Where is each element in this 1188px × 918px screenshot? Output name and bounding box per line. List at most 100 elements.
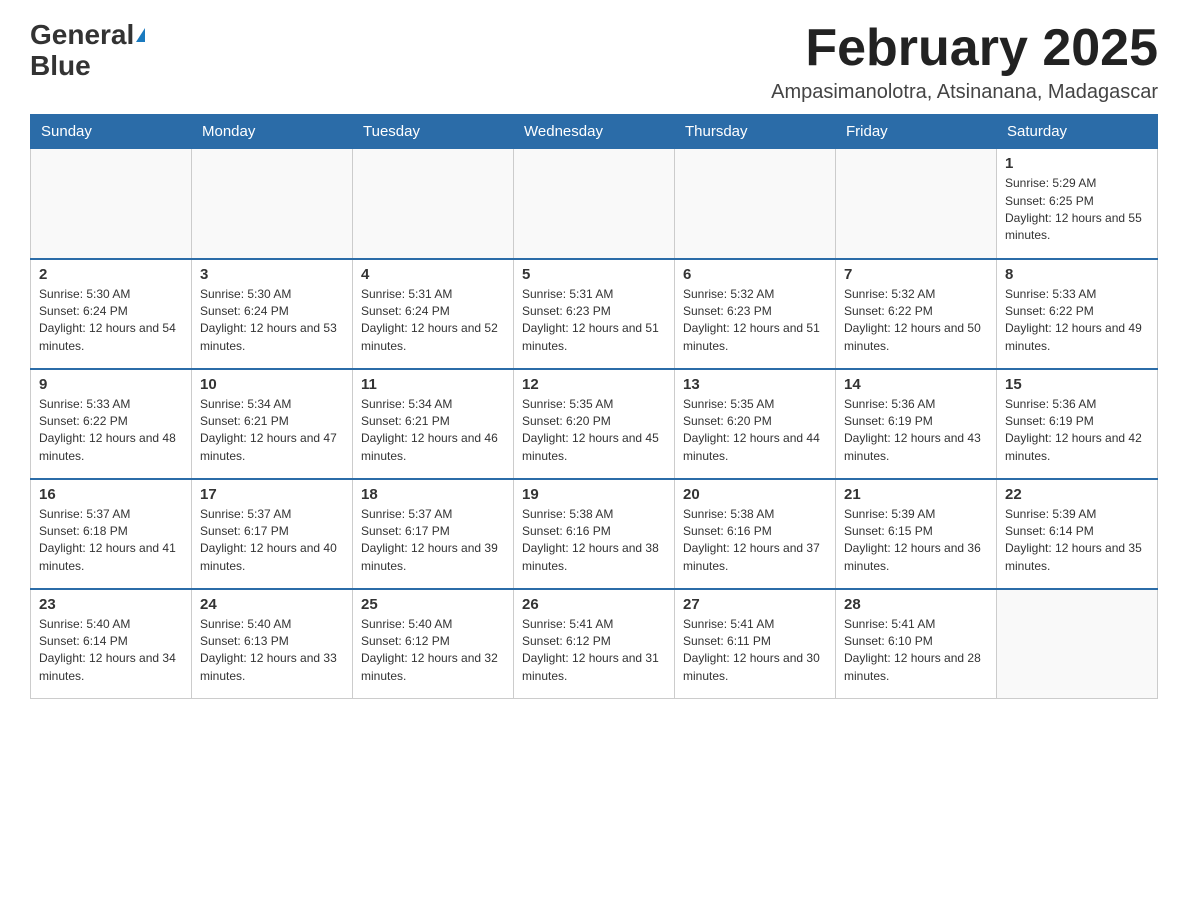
day-number: 26 [522,596,666,613]
calendar-cell: 28Sunrise: 5:41 AMSunset: 6:10 PMDayligh… [836,589,997,699]
day-info: Sunrise: 5:40 AMSunset: 6:14 PMDaylight:… [39,616,183,686]
day-info: Sunrise: 5:32 AMSunset: 6:23 PMDaylight:… [683,286,827,356]
day-info: Sunrise: 5:29 AMSunset: 6:25 PMDaylight:… [1005,175,1149,245]
weekday-sunday: Sunday [31,115,192,149]
day-info: Sunrise: 5:41 AMSunset: 6:11 PMDaylight:… [683,616,827,686]
day-info: Sunrise: 5:40 AMSunset: 6:12 PMDaylight:… [361,616,505,686]
day-number: 8 [1005,266,1149,283]
calendar-cell: 17 Sunrise: 5:37 AMSunset: 6:17 PMDayligh… [192,479,353,589]
day-number: 2 [39,266,183,283]
day-info: Sunrise: 5:31 AMSunset: 6:23 PMDaylight:… [522,286,666,356]
logo-blue-text: Blue [30,51,91,82]
calendar-cell: 18 Sunrise: 5:37 AMSunset: 6:17 PMDayligh… [353,479,514,589]
title-area: February 2025 Ampasimanolotra, Atsinanan… [771,20,1158,104]
day-number: 17 [200,486,344,503]
calendar-cell: 10Sunrise: 5:34 AMSunset: 6:21 PMDayligh… [192,369,353,479]
day-number: 11 [361,376,505,393]
day-number: 22 [1005,486,1149,503]
day-info: Sunrise: 5:39 AMSunset: 6:15 PMDaylight:… [844,506,988,576]
page-header: General Blue February 2025 Ampasimanolot… [30,20,1158,104]
day-info: Sunrise: 5:39 AMSunset: 6:14 PMDaylight:… [1005,506,1149,576]
day-info: Sunrise: 5:30 AMSunset: 6:24 PMDaylight:… [200,286,344,356]
day-number: 16 [39,486,183,503]
day-number: 24 [200,596,344,613]
day-number: 19 [522,486,666,503]
calendar-cell: 15Sunrise: 5:36 AMSunset: 6:19 PMDayligh… [997,369,1158,479]
calendar-cell: 9 Sunrise: 5:33 AMSunset: 6:22 PMDaylight… [31,369,192,479]
day-info: Sunrise: 5:38 AMSunset: 6:16 PMDaylight:… [683,506,827,576]
day-info: Sunrise: 5:37 AMSunset: 6:17 PMDaylight:… [361,506,505,576]
weekday-header-row: SundayMondayTuesdayWednesdayThursdayFrid… [31,115,1158,149]
calendar-cell: 27Sunrise: 5:41 AMSunset: 6:11 PMDayligh… [675,589,836,699]
week-row-4: 16Sunrise: 5:37 AMSunset: 6:18 PMDayligh… [31,479,1158,589]
day-number: 25 [361,596,505,613]
calendar-cell: 23 Sunrise: 5:40 AMSunset: 6:14 PMDayligh… [31,589,192,699]
calendar-cell: 24Sunrise: 5:40 AMSunset: 6:13 PMDayligh… [192,589,353,699]
day-info: Sunrise: 5:31 AMSunset: 6:24 PMDaylight:… [361,286,505,356]
day-number: 23 [39,596,183,613]
day-number: 4 [361,266,505,283]
day-info: Sunrise: 5:37 AMSunset: 6:17 PMDaylight:… [200,506,344,576]
calendar-cell: 11 Sunrise: 5:34 AMSunset: 6:21 PMDayligh… [353,369,514,479]
calendar-cell: 1Sunrise: 5:29 AMSunset: 6:25 PMDaylight… [997,149,1158,259]
day-info: Sunrise: 5:36 AMSunset: 6:19 PMDaylight:… [844,396,988,466]
day-info: Sunrise: 5:36 AMSunset: 6:19 PMDaylight:… [1005,396,1149,466]
weekday-tuesday: Tuesday [353,115,514,149]
weekday-thursday: Thursday [675,115,836,149]
day-number: 13 [683,376,827,393]
week-row-2: 2 Sunrise: 5:30 AMSunset: 6:24 PMDaylight… [31,259,1158,369]
day-info: Sunrise: 5:34 AMSunset: 6:21 PMDaylight:… [361,396,505,466]
day-info: Sunrise: 5:33 AMSunset: 6:22 PMDaylight:… [1005,286,1149,356]
day-number: 18 [361,486,505,503]
calendar-cell [192,149,353,259]
day-number: 10 [200,376,344,393]
calendar-cell: 8 Sunrise: 5:33 AMSunset: 6:22 PMDaylight… [997,259,1158,369]
calendar-cell: 21 Sunrise: 5:39 AMSunset: 6:15 PMDayligh… [836,479,997,589]
day-info: Sunrise: 5:33 AMSunset: 6:22 PMDaylight:… [39,396,183,466]
day-number: 3 [200,266,344,283]
calendar-cell [997,589,1158,699]
weekday-wednesday: Wednesday [514,115,675,149]
day-number: 5 [522,266,666,283]
calendar-cell [353,149,514,259]
day-number: 14 [844,376,988,393]
month-title: February 2025 [771,20,1158,77]
calendar-cell: 19 Sunrise: 5:38 AMSunset: 6:16 PMDayligh… [514,479,675,589]
calendar-table: SundayMondayTuesdayWednesdayThursdayFrid… [30,114,1158,699]
day-number: 20 [683,486,827,503]
calendar-cell: 20 Sunrise: 5:38 AMSunset: 6:16 PMDayligh… [675,479,836,589]
day-info: Sunrise: 5:38 AMSunset: 6:16 PMDaylight:… [522,506,666,576]
calendar-cell: 22 Sunrise: 5:39 AMSunset: 6:14 PMDayligh… [997,479,1158,589]
day-info: Sunrise: 5:30 AMSunset: 6:24 PMDaylight:… [39,286,183,356]
calendar-cell [675,149,836,259]
day-number: 21 [844,486,988,503]
calendar-cell: 14 Sunrise: 5:36 AMSunset: 6:19 PMDayligh… [836,369,997,479]
calendar-cell: 5 Sunrise: 5:31 AMSunset: 6:23 PMDaylight… [514,259,675,369]
week-row-3: 9 Sunrise: 5:33 AMSunset: 6:22 PMDaylight… [31,369,1158,479]
day-info: Sunrise: 5:35 AMSunset: 6:20 PMDaylight:… [522,396,666,466]
day-info: Sunrise: 5:35 AMSunset: 6:20 PMDaylight:… [683,396,827,466]
day-number: 7 [844,266,988,283]
day-number: 12 [522,376,666,393]
week-row-1: 1Sunrise: 5:29 AMSunset: 6:25 PMDaylight… [31,149,1158,259]
calendar-cell: 25 Sunrise: 5:40 AMSunset: 6:12 PMDayligh… [353,589,514,699]
day-number: 9 [39,376,183,393]
calendar-cell: 12 Sunrise: 5:35 AMSunset: 6:20 PMDayligh… [514,369,675,479]
calendar-cell [514,149,675,259]
day-number: 28 [844,596,988,613]
logo-general-text: General [30,20,134,51]
weekday-friday: Friday [836,115,997,149]
calendar-cell [31,149,192,259]
day-number: 6 [683,266,827,283]
week-row-5: 23 Sunrise: 5:40 AMSunset: 6:14 PMDayligh… [31,589,1158,699]
weekday-monday: Monday [192,115,353,149]
calendar-cell: 3 Sunrise: 5:30 AMSunset: 6:24 PMDaylight… [192,259,353,369]
calendar-cell: 2 Sunrise: 5:30 AMSunset: 6:24 PMDaylight… [31,259,192,369]
weekday-saturday: Saturday [997,115,1158,149]
logo-triangle-icon [136,28,145,42]
day-info: Sunrise: 5:32 AMSunset: 6:22 PMDaylight:… [844,286,988,356]
calendar-cell [836,149,997,259]
location-title: Ampasimanolotra, Atsinanana, Madagascar [771,81,1158,104]
calendar-cell: 26Sunrise: 5:41 AMSunset: 6:12 PMDayligh… [514,589,675,699]
calendar-cell: 6 Sunrise: 5:32 AMSunset: 6:23 PMDaylight… [675,259,836,369]
